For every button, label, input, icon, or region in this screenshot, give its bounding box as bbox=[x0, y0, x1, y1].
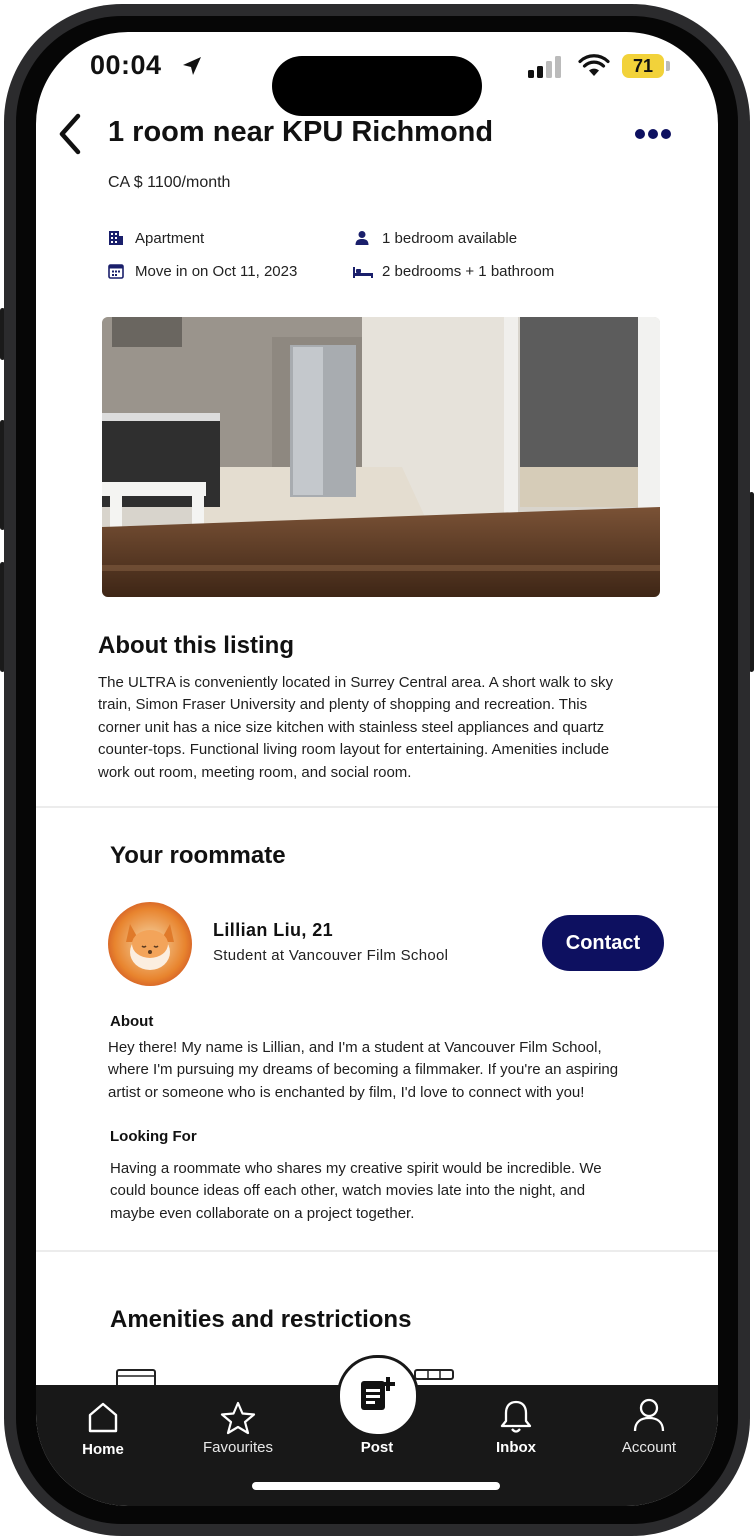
status-time: 00:04 bbox=[90, 50, 162, 80]
about-listing-line: corner unit has a nice size kitchen with… bbox=[98, 718, 605, 736]
move-in-date: Move in on Oct 11, 2023 bbox=[135, 263, 298, 280]
person-icon bbox=[355, 231, 369, 245]
tab-account-label: Account bbox=[621, 1439, 677, 1456]
roommate-occupation: Student at Vancouver Film School bbox=[213, 947, 449, 964]
new-post-icon bbox=[361, 1377, 395, 1410]
looking-for-line: maybe even collaborate on a project toge… bbox=[110, 1204, 415, 1222]
user-icon bbox=[633, 1398, 665, 1432]
property-type: Apartment bbox=[135, 230, 205, 247]
roommate-about-line: where I'm pursuing my dreams of becoming… bbox=[108, 1061, 619, 1079]
home-indicator[interactable] bbox=[252, 1482, 500, 1490]
phone-screen: 00:04 71 1 room near KPU Richmond CA $ 1… bbox=[36, 32, 718, 1506]
bedroom-availability: 1 bedroom available bbox=[382, 230, 518, 247]
more-options-icon[interactable] bbox=[634, 126, 672, 142]
tab-post-label: Post bbox=[360, 1439, 394, 1456]
about-listing-heading: About this listing bbox=[98, 632, 294, 659]
location-arrow-icon bbox=[183, 57, 201, 75]
back-chevron-icon[interactable] bbox=[54, 112, 86, 156]
battery-level: 71 bbox=[622, 54, 664, 78]
tab-home[interactable]: Home bbox=[48, 1385, 158, 1475]
tab-inbox[interactable]: Inbox bbox=[461, 1385, 571, 1475]
wifi-icon bbox=[578, 54, 610, 76]
looking-for-line: could bounce ideas off each other, watch… bbox=[110, 1182, 586, 1200]
tab-home-label: Home bbox=[82, 1441, 124, 1458]
contact-button[interactable]: Contact bbox=[542, 915, 664, 971]
calendar-icon bbox=[108, 264, 124, 279]
roommate-about-line: artist or someone who is enchanted by fi… bbox=[108, 1083, 585, 1101]
roommate-about-heading: About bbox=[110, 1013, 154, 1030]
about-listing-line: train, Simon Fraser University and plent… bbox=[98, 696, 588, 714]
star-icon bbox=[220, 1401, 256, 1435]
battery-tip bbox=[666, 61, 670, 71]
looking-for-heading: Looking For bbox=[110, 1128, 197, 1145]
cellular-signal-icon bbox=[528, 56, 561, 78]
about-listing-line: counter-tops. Functional living room lay… bbox=[98, 741, 610, 759]
roommate-about-line: Hey there! My name is Lillian, and I'm a… bbox=[108, 1039, 602, 1056]
looking-for-text: Having a roommate who shares my creative… bbox=[110, 1158, 710, 1225]
post-button-circle[interactable] bbox=[337, 1355, 419, 1437]
listing-photo[interactable] bbox=[102, 317, 660, 597]
amenities-heading: Amenities and restrictions bbox=[110, 1306, 412, 1333]
section-divider bbox=[36, 1250, 718, 1252]
roommate-name: Lillian Liu, 21 bbox=[213, 920, 334, 940]
listing-title: 1 room near KPU Richmond bbox=[108, 116, 494, 148]
bed-icon bbox=[353, 267, 373, 278]
roommate-avatar[interactable] bbox=[108, 902, 192, 986]
roommate-about-text: Hey there! My name is Lillian, and I'm a… bbox=[108, 1037, 708, 1104]
about-listing-text: The ULTRA is conveniently located in Sur… bbox=[98, 672, 698, 784]
building-icon bbox=[109, 231, 123, 245]
tab-favourites-label: Favourites bbox=[202, 1439, 274, 1456]
looking-for-line: Having a roommate who shares my creative… bbox=[110, 1160, 602, 1177]
home-icon bbox=[88, 1402, 118, 1433]
tab-inbox-label: Inbox bbox=[496, 1439, 536, 1456]
roommate-heading: Your roommate bbox=[110, 842, 286, 869]
tab-account[interactable]: Account bbox=[594, 1385, 704, 1475]
room-layout: 2 bedrooms + 1 bathroom bbox=[382, 263, 555, 280]
about-listing-line: The ULTRA is conveniently located in Sur… bbox=[98, 674, 613, 691]
dynamic-island bbox=[272, 56, 482, 116]
tab-favourites[interactable]: Favourites bbox=[183, 1385, 293, 1475]
tab-post[interactable]: Post bbox=[322, 1355, 432, 1475]
bell-icon bbox=[500, 1400, 532, 1433]
parking-icon bbox=[414, 1369, 454, 1380]
section-divider bbox=[36, 806, 718, 808]
listing-price: CA $ 1100/month bbox=[108, 174, 231, 191]
about-listing-line: work out room, meeting room, and social … bbox=[98, 763, 412, 781]
